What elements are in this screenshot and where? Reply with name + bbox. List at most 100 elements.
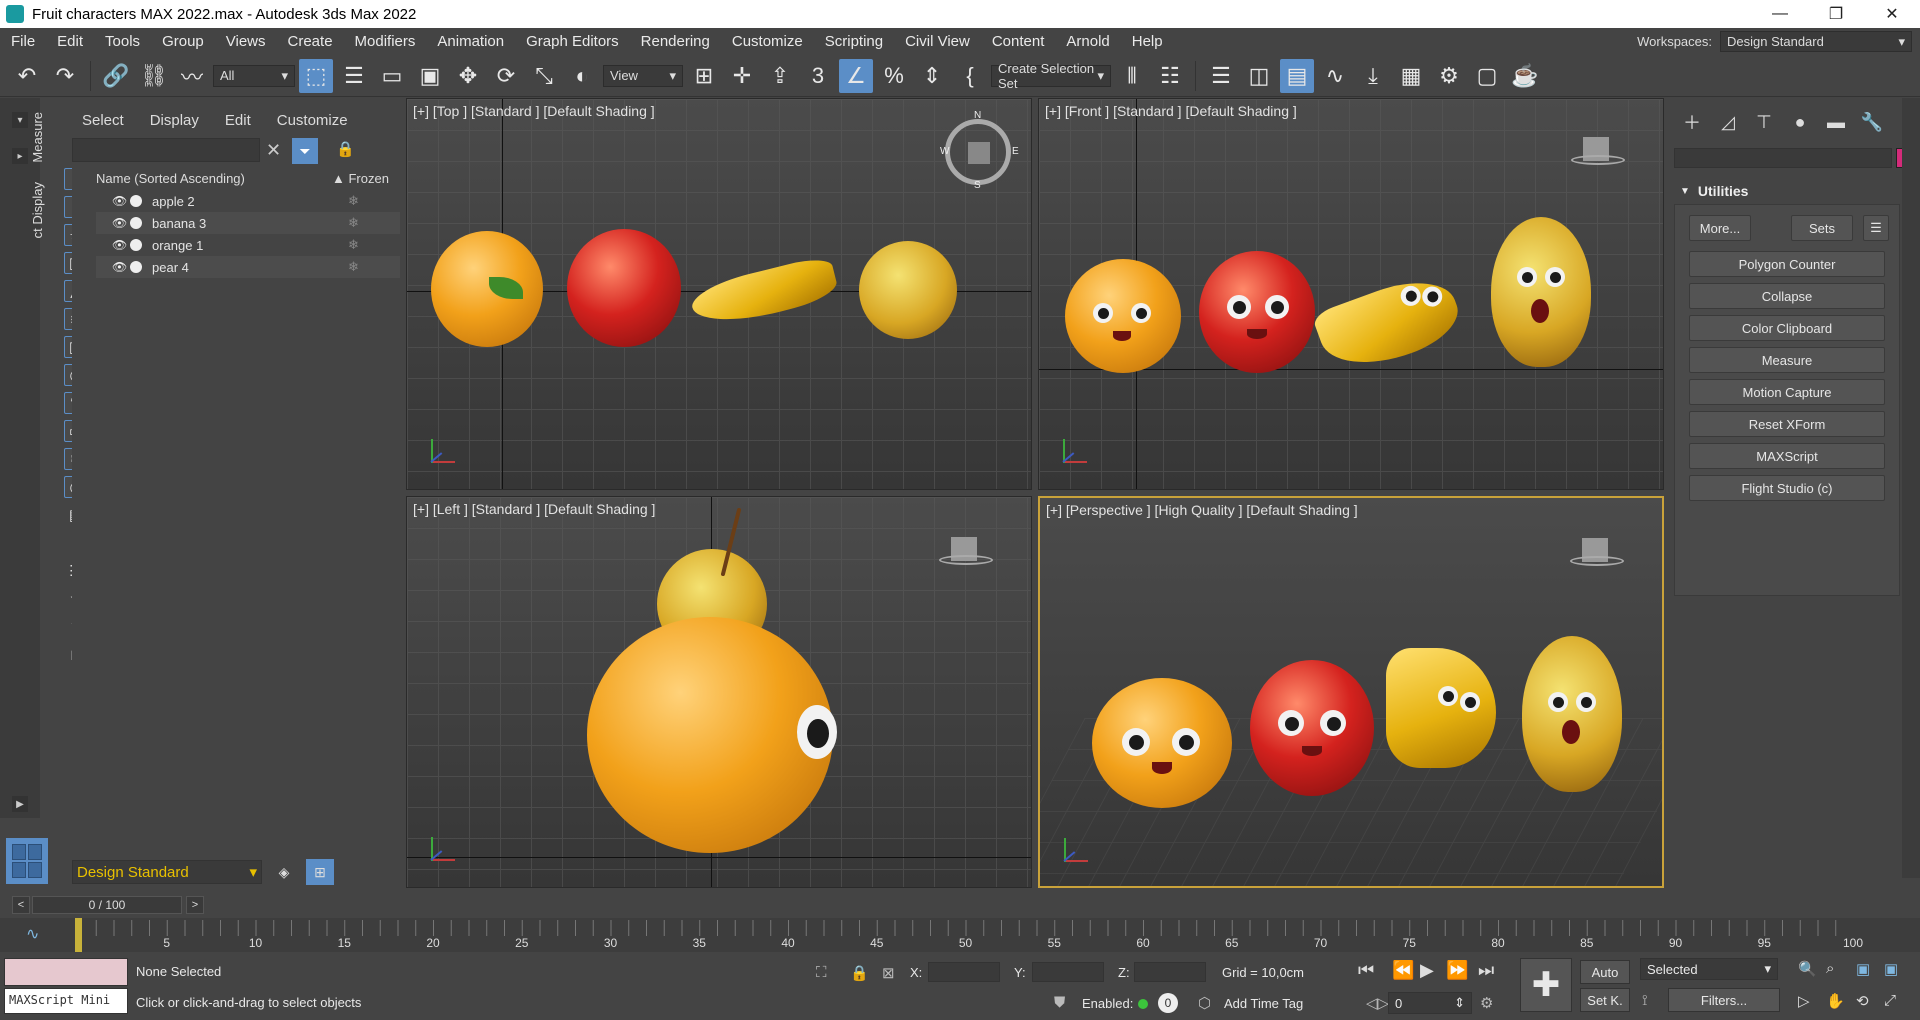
menu-arnold[interactable]: Arnold [1055,33,1120,50]
apple-character[interactable] [1250,660,1374,796]
isolate-selection-icon[interactable]: ⛶ [816,964,827,981]
flight-studio-button[interactable]: Flight Studio (c) [1689,475,1885,501]
compass-viewcube-icon[interactable]: N S W E [940,110,1019,191]
zoom-all-icon[interactable]: ⌕ [1826,960,1834,977]
keyboard-shortcut-override-icon[interactable]: ⇪ [763,59,797,93]
render-production-icon[interactable]: ☕ [1508,59,1542,93]
material-editor-icon[interactable]: ▦ [1394,59,1428,93]
menu-create[interactable]: Create [277,33,344,50]
next-frame-icon[interactable]: > [186,896,204,914]
toggle-scene-explorer-icon[interactable]: ☰ [1204,59,1238,93]
field-of-view-icon[interactable]: ▷ [1798,992,1810,1010]
measure-button[interactable]: Measure [1689,347,1885,373]
next-key-icon[interactable]: ⏩ [1446,960,1468,981]
eye-icon[interactable]: 👁 [112,260,130,274]
eye-icon[interactable]: 👁 [112,194,130,208]
previous-key-icon[interactable]: ⏪ [1392,960,1414,981]
render-dot-icon[interactable] [130,195,142,207]
motion-tab-icon[interactable]: ● [1786,110,1814,134]
list-item[interactable]: 👁 pear 4 ❄ [96,256,400,278]
viewcube-icon[interactable] [1571,137,1625,167]
pear-character[interactable] [1522,636,1622,792]
window-crossing-icon[interactable]: ▣ [413,59,447,93]
rotate-icon[interactable]: ⟳ [489,59,523,93]
key-filter-dropdown[interactable]: Selected ▾ [1640,958,1778,980]
viewport-label[interactable]: [+] [Perspective ] [High Quality ] [Defa… [1046,502,1358,518]
menu-graph-editors[interactable]: Graph Editors [515,33,630,50]
auto-key-button[interactable]: Auto [1580,960,1630,984]
tab-measure[interactable]: Measure [30,112,45,163]
time-slider[interactable]: < 0 / 100 > [0,892,1920,918]
layer-explorer-icon[interactable]: ◈ [270,859,298,885]
create-tab-icon[interactable]: ＋ [1678,110,1706,134]
track-bar[interactable]: ∿ 05101520253035404550556065707580859095… [0,918,1920,952]
viewcube-face[interactable] [968,142,990,164]
time-configuration-icon[interactable]: ⚙ [1480,994,1493,1012]
orange-character[interactable] [1092,678,1232,808]
menu-edit[interactable]: Edit [46,33,94,50]
workspace-dropdown[interactable]: Design Standard ▾ [1720,31,1912,52]
close-button[interactable]: ✕ [1864,0,1920,28]
redo-icon[interactable]: ↷ [48,59,82,93]
select-manipulate-icon[interactable]: ✛ [725,59,759,93]
time-tag-icon[interactable]: ⬡ [1198,994,1211,1012]
menu-customize[interactable]: Customize [721,33,814,50]
key-mode-toggle-icon[interactable]: ◁▷ [1366,994,1389,1012]
apple-character[interactable] [1199,251,1315,373]
named-selection-set-dropdown[interactable]: Create Selection Set ▾ [991,61,1111,91]
expand-panel-icon[interactable]: ▶ [12,796,28,812]
percent-snap-icon[interactable]: % [877,59,911,93]
utilities-rollout-header[interactable]: ▼ Utilities [1674,180,1896,202]
viewport-label[interactable]: [+] [Top ] [Standard ] [Default Shading … [413,103,655,119]
menu-content[interactable]: Content [981,33,1056,50]
column-name-header[interactable]: Name (Sorted Ascending) [96,171,332,186]
viewcube-icon[interactable] [1570,538,1624,568]
viewport-perspective[interactable]: [+] [Perspective ] [High Quality ] [Defa… [1038,496,1664,888]
filter-icon[interactable]: ⏷ [292,138,318,164]
align-icon[interactable]: ☷ [1153,59,1187,93]
menu-scripting[interactable]: Scripting [814,33,894,50]
adaptive-degradation-icon[interactable]: ⛊ [1054,994,1065,1011]
x-coordinate-field[interactable] [928,962,1000,982]
apple-object[interactable] [567,229,681,347]
toggle-layer-explorer-icon[interactable]: ◫ [1242,59,1276,93]
snowflake-icon[interactable]: ❄ [348,215,400,231]
set-key-icon[interactable]: ✚ [1520,958,1572,1012]
filters-button[interactable]: Filters... [1668,988,1780,1012]
place-icon[interactable]: ◐ [565,59,599,93]
column-frozen-header[interactable]: ▲ Frozen [332,171,400,186]
maxscript-button[interactable]: MAXScript [1689,443,1885,469]
collapse-button[interactable]: Collapse [1689,283,1885,309]
absolute-mode-icon[interactable]: ⊠ [882,964,895,982]
previous-frame-icon[interactable]: < [12,896,30,914]
menu-modifiers[interactable]: Modifiers [344,33,427,50]
render-dot-icon[interactable] [130,261,142,273]
selection-lock-icon[interactable]: 🔒 [850,964,869,982]
menu-animation[interactable]: Animation [426,33,515,50]
viewport-top[interactable]: [+] [Top ] [Standard ] [Default Shading … [406,98,1032,490]
pan-hand-icon[interactable]: ✋ [1826,992,1845,1010]
z-coordinate-field[interactable] [1134,962,1206,982]
menu-help[interactable]: Help [1121,33,1174,50]
move-icon[interactable]: ✥ [451,59,485,93]
menu-tools[interactable]: Tools [94,33,151,50]
orange-character[interactable] [1065,259,1181,373]
display-tab-icon[interactable]: ▬ [1822,110,1850,134]
list-item[interactable]: 👁 orange 1 ❄ [96,234,400,256]
color-clipboard-button[interactable]: Color Clipboard [1689,315,1885,341]
viewport-label[interactable]: [+] [Front ] [Standard ] [Default Shadin… [1045,103,1297,119]
current-frame-spinner[interactable]: 0 ⇕ [1388,992,1472,1014]
snaps-toggle-icon[interactable]: 3 [801,59,835,93]
scale-icon[interactable]: ⤡ [527,59,561,93]
maximize-viewport-icon[interactable]: ⤢ [1884,992,1896,1009]
collapse-icon[interactable]: ▸ [12,148,28,164]
mirror-icon[interactable]: ⫴ [1115,59,1149,93]
restore-button[interactable]: ❐ [1808,0,1864,28]
snowflake-icon[interactable]: ❄ [348,237,400,253]
viewport-label[interactable]: [+] [Left ] [Standard ] [Default Shading… [413,501,655,517]
viewport-front[interactable]: [+] [Front ] [Standard ] [Default Shadin… [1038,98,1664,490]
eye-icon[interactable]: 👁 [112,216,130,230]
viewcube-icon[interactable] [939,537,993,567]
explorer-menu-display[interactable]: Display [150,112,199,129]
eye-icon[interactable]: 👁 [112,238,130,252]
